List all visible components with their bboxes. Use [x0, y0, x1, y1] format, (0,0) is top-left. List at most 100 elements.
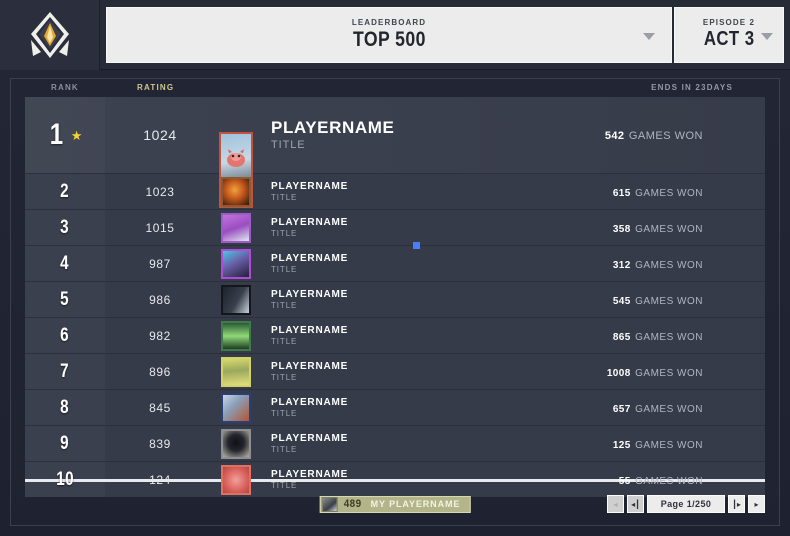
games-won-label: GAMES WON [635, 439, 703, 451]
games-won-value: 545 [612, 295, 631, 307]
leaderboard-screen: LEADERBOARD TOP 500 EPISODE 2 ACT 3 RANK… [0, 0, 790, 536]
row-rank-cell: 8 [25, 397, 105, 419]
player-name: PLAYERNAME [271, 468, 349, 480]
player-name: PLAYERNAME [271, 396, 349, 408]
first-page-button[interactable]: ◂┃ [627, 495, 644, 513]
player-identity-cell: PLAYERNAME TITLE [257, 217, 613, 239]
top-header-bar: LEADERBOARD TOP 500 EPISODE 2 ACT 3 [0, 0, 790, 70]
games-won-value: 125 [612, 439, 631, 451]
avatar [221, 464, 251, 495]
column-header-rating[interactable]: RATING [137, 83, 174, 92]
games-won-cell: 542 GAMES WON [605, 126, 717, 144]
rating-value: 986 [149, 292, 171, 307]
player-title: TITLE [271, 480, 298, 490]
player-name: PLAYERNAME [271, 216, 349, 228]
leaderboard-select[interactable]: LEADERBOARD TOP 500 [106, 6, 672, 63]
games-won-label: GAMES WON [635, 187, 703, 199]
player-card-cell[interactable] [215, 464, 257, 495]
table-row[interactable]: 7 896 PLAYERNAME TITLE 1008 GAMES WON [25, 353, 765, 389]
player-identity-cell: PLAYERNAME TITLE [257, 433, 613, 455]
table-row[interactable]: 5 986 PLAYERNAME TITLE 545 GAMES WON [25, 281, 765, 317]
table-row[interactable]: 1 ★ 1024 PLAYERNAME TITLE 542 GAMES WON [25, 97, 765, 208]
rank-value: 5 [60, 288, 70, 310]
games-won-cell: 545 GAMES WON [613, 291, 717, 309]
games-won-value: 865 [612, 331, 631, 343]
player-name: PLAYERNAME [271, 118, 395, 137]
act-select[interactable]: EPISODE 2 ACT 3 [674, 6, 784, 63]
row-rank-cell: 6 [25, 325, 105, 347]
row-rank-cell: 7 [25, 361, 105, 383]
act-select-value: ACT 3 [703, 28, 755, 50]
rank-emblem-cell [0, 0, 100, 70]
rank-value: 3 [60, 216, 70, 238]
rank-value: 7 [60, 360, 70, 382]
my-player-badge[interactable]: 489 MY PLAYERNAME [319, 495, 471, 513]
rating-value: 896 [149, 364, 171, 379]
player-title: TITLE [271, 300, 298, 310]
act-select-kicker: EPISODE 2 [702, 18, 756, 27]
table-row[interactable]: 9 839 PLAYERNAME TITLE 125 GAMES WON [25, 425, 765, 461]
table-row[interactable]: 4 987 PLAYERNAME TITLE 312 GAMES WON [25, 245, 765, 281]
cursor-marker [413, 242, 420, 249]
leaderboard-select-value: TOP 500 [352, 28, 426, 51]
leaderboard-select-kicker: LEADERBOARD [351, 18, 427, 27]
player-title: TITLE [271, 264, 298, 274]
chevron-down-icon [761, 32, 773, 40]
player-card-cell[interactable] [215, 428, 257, 459]
prev-page-button[interactable]: ◂ [607, 495, 624, 513]
last-page-button[interactable]: ┃▸ [728, 495, 745, 513]
avatar [221, 284, 251, 315]
table-row[interactable]: 2 1023 PLAYERNAME TITLE 615 GAMES WON [25, 173, 765, 209]
games-won-value: 358 [612, 223, 631, 235]
player-identity-cell: PLAYERNAME TITLE [257, 289, 613, 311]
player-card-cell[interactable] [215, 356, 257, 387]
games-won-cell: 125 GAMES WON [613, 435, 717, 453]
player-name: PLAYERNAME [271, 360, 349, 372]
avatar [221, 392, 251, 423]
games-won-cell: 312 GAMES WON [613, 255, 717, 273]
table-row[interactable]: 6 982 PLAYERNAME TITLE 865 GAMES WON [25, 317, 765, 353]
games-won-cell: 358 GAMES WON [613, 219, 717, 237]
rating-value: 124 [149, 472, 171, 487]
games-won-label: GAMES WON [635, 367, 703, 379]
games-won-label: GAMES WON [635, 475, 703, 487]
player-identity-cell: PLAYERNAME TITLE [257, 397, 613, 419]
player-card-cell[interactable] [215, 392, 257, 423]
leaderboard-rows: 1 ★ 1024 PLAYERNAME TITLE 542 GAMES WON … [11, 97, 779, 497]
games-won-label: GAMES WON [635, 259, 703, 271]
player-title: TITLE [271, 444, 298, 454]
games-won-label: GAMES WON [635, 403, 703, 415]
rating-value: 1015 [145, 220, 175, 235]
last-page-icon: ┃▸ [732, 499, 741, 509]
chevron-left-icon: ◂ [613, 499, 618, 509]
my-avatar [321, 496, 338, 512]
player-name: PLAYERNAME [271, 432, 349, 444]
rank-value: 2 [60, 180, 70, 202]
player-card-cell[interactable] [215, 248, 257, 279]
player-identity-cell: PLAYERNAME TITLE [257, 181, 613, 203]
rank-value: 9 [60, 432, 70, 454]
my-rank-value: 489 [343, 498, 362, 510]
table-row[interactable]: 8 845 PLAYERNAME TITLE 657 GAMES WON [25, 389, 765, 425]
player-identity-cell: PLAYERNAME TITLE [257, 469, 619, 491]
avatar [221, 212, 251, 243]
next-page-button[interactable]: ▸ [748, 495, 765, 513]
rank-value: 8 [60, 396, 70, 418]
games-won-cell: 657 GAMES WON [613, 399, 717, 417]
player-title: TITLE [271, 139, 306, 151]
player-card-cell[interactable] [215, 176, 257, 207]
games-won-value: 312 [612, 259, 631, 271]
row-rank-cell: 5 [25, 289, 105, 311]
table-row[interactable]: 3 1015 PLAYERNAME TITLE 358 GAMES WON [25, 209, 765, 245]
rating-value: 1023 [145, 184, 175, 199]
player-title: TITLE [271, 228, 298, 238]
games-won-value: 615 [612, 187, 631, 199]
avatar [221, 320, 251, 351]
my-player-label: MY PLAYERNAME [370, 499, 461, 509]
games-won-value: 55 [618, 475, 631, 487]
player-name: PLAYERNAME [271, 324, 349, 336]
rank-value: 6 [60, 324, 70, 346]
player-card-cell[interactable] [215, 320, 257, 351]
player-card-cell[interactable] [215, 212, 257, 243]
player-card-cell[interactable] [215, 284, 257, 315]
